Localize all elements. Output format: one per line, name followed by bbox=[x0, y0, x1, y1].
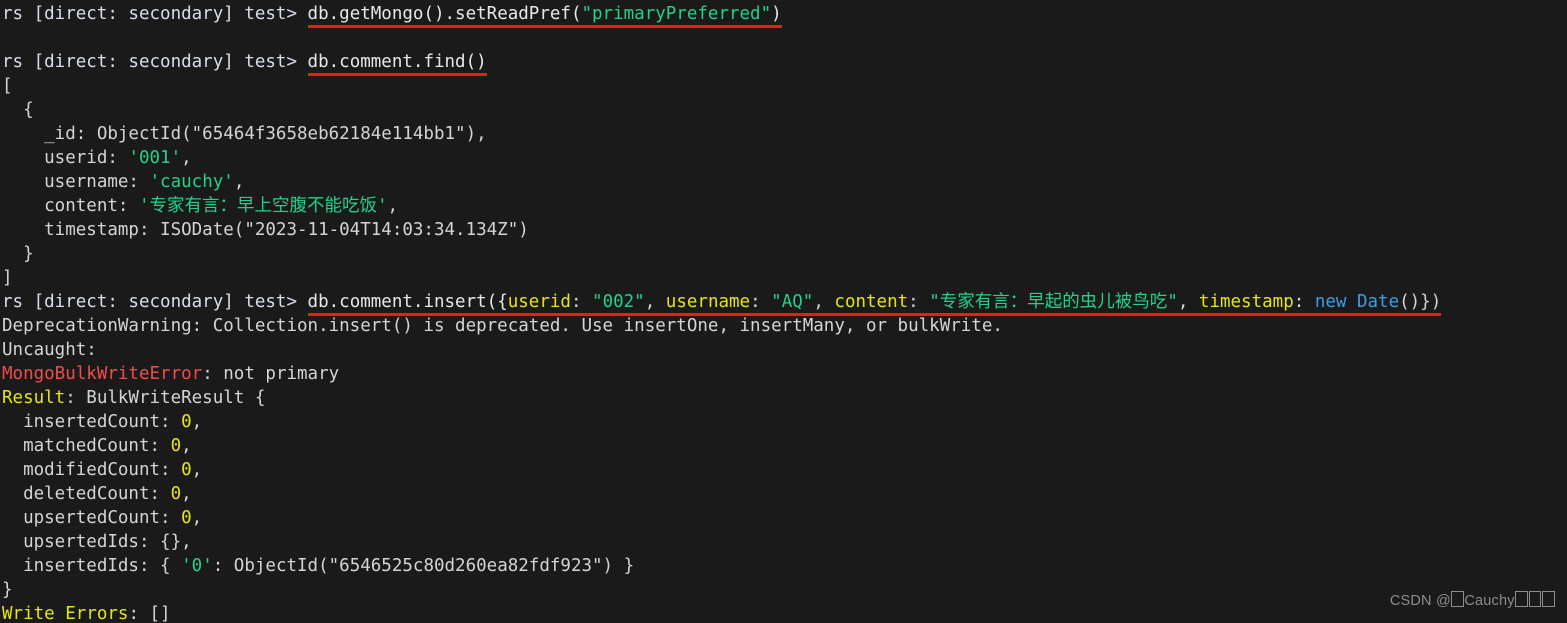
terminal-line-upserted-ids: upsertedIds: {}, bbox=[2, 532, 192, 552]
command-text: db.getMongo().setReadPref( bbox=[307, 4, 582, 24]
field-comma: , bbox=[191, 460, 203, 480]
terminal-line-uncaught: Uncaught: bbox=[2, 340, 97, 360]
param-key-content: content bbox=[834, 292, 909, 312]
shell-prompt: rs [direct: secondary] test> bbox=[2, 52, 308, 72]
terminal-line-deleted-count: deletedCount: 0, bbox=[0, 482, 1567, 506]
field-comma: , bbox=[181, 148, 192, 168]
field-index: '0' bbox=[181, 556, 213, 576]
field-comma: , bbox=[181, 484, 192, 504]
missing-glyph-box bbox=[1542, 591, 1555, 607]
param-value-userid: "002" bbox=[592, 292, 645, 312]
write-errors-value: : [] bbox=[128, 604, 171, 623]
string-literal: "primaryPreferred" bbox=[581, 4, 772, 24]
field-key: matchedCount: bbox=[2, 436, 171, 456]
terminal-line-object-open: { bbox=[2, 100, 34, 120]
annotation-underline-find: db.comment.find() bbox=[307, 50, 487, 76]
field-value: 'cauchy' bbox=[149, 172, 234, 192]
field-value: 0 bbox=[181, 460, 192, 480]
param-sep: : bbox=[750, 292, 772, 312]
param-comma: , bbox=[644, 292, 666, 312]
terminal-line-array-open: [ bbox=[2, 76, 13, 96]
result-type: : BulkWriteResult { bbox=[65, 388, 266, 408]
csdn-watermark: CSDN @ Cauchy bbox=[1390, 589, 1555, 613]
write-errors-label: Write Errors bbox=[2, 604, 129, 623]
terminal-line-result-header: Result: BulkWriteResult { bbox=[0, 386, 1567, 410]
field-key: content: bbox=[2, 196, 139, 216]
field-value: 0 bbox=[170, 484, 182, 504]
terminal-window[interactable]: rs [direct: secondary] test> db.getMongo… bbox=[0, 0, 1567, 623]
shell-prompt: rs [direct: secondary] test> bbox=[2, 4, 308, 24]
param-sep: : bbox=[1293, 292, 1315, 312]
terminal-line-field-username: username: 'cauchy', bbox=[0, 170, 1567, 194]
missing-glyph-box bbox=[1528, 591, 1542, 607]
field-key: modifiedCount: bbox=[2, 460, 182, 480]
terminal-line-upserted-count: upsertedCount: 0, bbox=[0, 506, 1567, 530]
field-key: upsertedCount: bbox=[2, 508, 182, 528]
param-value-timestamp: new Date bbox=[1314, 292, 1400, 312]
field-key: userid: bbox=[2, 148, 129, 168]
field-comma: , bbox=[191, 508, 203, 528]
param-key-userid: userid bbox=[507, 292, 571, 312]
terminal-line-matched-count: matchedCount: 0, bbox=[0, 434, 1567, 458]
terminal-line-field-timestamp: timestamp: ISODate("2023-11-04T14:03:34.… bbox=[2, 220, 529, 240]
error-name: MongoBulkWriteError bbox=[2, 364, 203, 384]
field-value: 0 bbox=[181, 412, 192, 432]
command-text-tail: ) bbox=[771, 4, 782, 24]
annotation-underline-insert: db.comment.insert({userid: "002", userna… bbox=[307, 290, 1442, 316]
terminal-line-result-close: } bbox=[2, 580, 13, 600]
annotation-underline-setreadpref: db.getMongo().setReadPref("primaryPrefer… bbox=[307, 2, 782, 28]
terminal-line-command-find: rs [direct: secondary] test> db.comment.… bbox=[0, 50, 1567, 76]
terminal-line-write-errors: Write Errors: [] bbox=[0, 602, 1567, 623]
field-comma: , bbox=[191, 412, 203, 432]
param-comma: , bbox=[1177, 292, 1199, 312]
command-text: db.comment.find() bbox=[307, 52, 487, 72]
field-key: username: bbox=[2, 172, 150, 192]
missing-glyph-box bbox=[1515, 591, 1528, 607]
missing-glyph-box bbox=[1451, 591, 1464, 607]
field-value: : ObjectId("6546525c80d260ea82fdf923") } bbox=[212, 556, 635, 576]
field-key: deletedCount: bbox=[2, 484, 171, 504]
terminal-line-inserted-count: insertedCount: 0, bbox=[0, 410, 1567, 434]
field-comma: , bbox=[387, 196, 399, 216]
terminal-line-command-setreadpref: rs [direct: secondary] test> db.getMongo… bbox=[0, 2, 1567, 28]
field-value: '专家有言：早上空腹不能吃饭' bbox=[138, 196, 388, 216]
error-message: : not primary bbox=[202, 364, 340, 384]
command-function: db.comment.insert({ bbox=[307, 292, 508, 312]
terminal-line-field-content: content: '专家有言：早上空腹不能吃饭', bbox=[0, 194, 1567, 218]
terminal-line-field-userid: userid: '001', bbox=[0, 146, 1567, 170]
param-value-username: "AQ" bbox=[771, 292, 814, 312]
field-value: 0 bbox=[181, 508, 192, 528]
command-tail: ()}) bbox=[1399, 292, 1442, 312]
terminal-line-object-close: } bbox=[2, 244, 34, 264]
field-comma: , bbox=[233, 172, 245, 192]
terminal-line-inserted-ids: insertedIds: { '0': ObjectId("6546525c80… bbox=[0, 554, 1567, 578]
terminal-line-deprecation-warning: DeprecationWarning: Collection.insert() … bbox=[2, 316, 1003, 336]
terminal-line-array-close: ] bbox=[2, 268, 13, 288]
terminal-line-modified-count: modifiedCount: 0, bbox=[0, 458, 1567, 482]
field-comma: , bbox=[181, 436, 192, 456]
shell-prompt: rs [direct: secondary] test> bbox=[2, 292, 308, 312]
param-comma: , bbox=[813, 292, 835, 312]
field-value: 0 bbox=[170, 436, 182, 456]
terminal-line-command-insert: rs [direct: secondary] test> db.comment.… bbox=[0, 290, 1567, 316]
field-key: insertedCount: bbox=[2, 412, 182, 432]
terminal-line-field-id: _id: ObjectId("65464f3658eb62184e114bb1"… bbox=[2, 124, 487, 144]
watermark-text: CSDN @ bbox=[1389, 593, 1451, 609]
result-label: Result bbox=[2, 388, 66, 408]
terminal-line-error: MongoBulkWriteError: not primary bbox=[0, 362, 1567, 386]
field-key: insertedIds: { bbox=[2, 556, 182, 576]
param-key-username: username bbox=[665, 292, 751, 312]
param-value-content: "专家有言：早起的虫儿被鸟吃" bbox=[929, 292, 1178, 312]
field-value: '001' bbox=[128, 148, 182, 168]
param-key-timestamp: timestamp bbox=[1198, 292, 1294, 312]
param-sep: : bbox=[908, 292, 930, 312]
param-sep: : bbox=[570, 292, 593, 312]
